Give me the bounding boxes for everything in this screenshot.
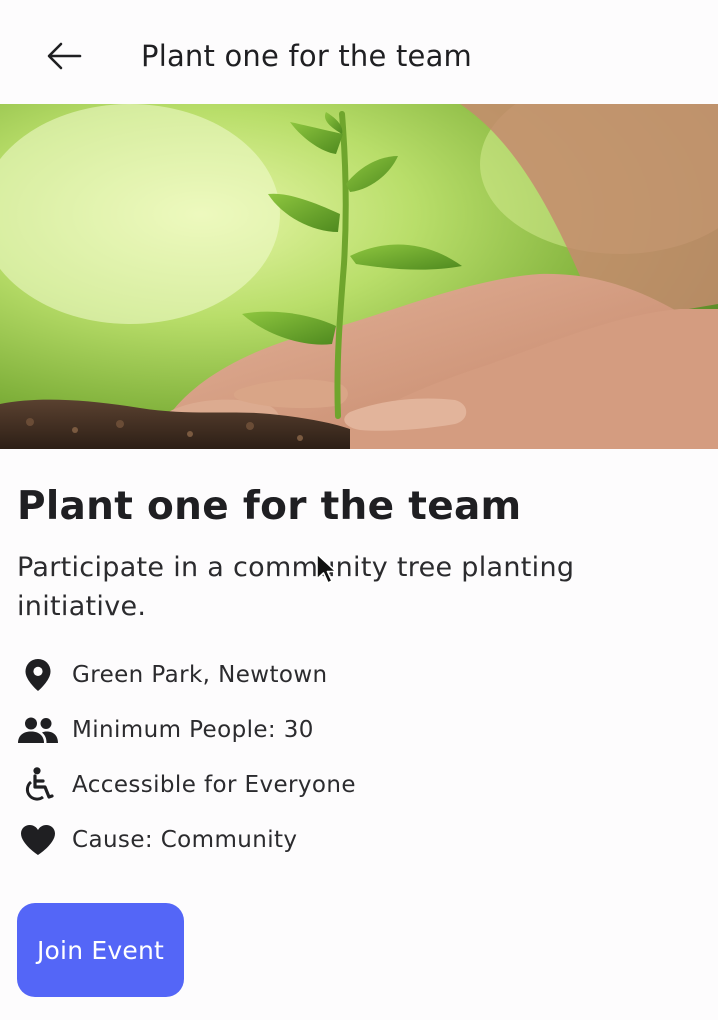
accessible-icon — [17, 764, 59, 806]
accessibility-row: Accessible for Everyone — [17, 765, 356, 805]
people-icon — [17, 709, 59, 751]
event-hero-image — [0, 104, 718, 449]
minimum-people-row: Minimum People: 30 — [17, 710, 314, 750]
location-text: Green Park, Newtown — [72, 662, 328, 688]
arrow-left-icon — [47, 42, 82, 70]
app-bar: Plant one for the team — [0, 0, 718, 104]
join-event-button[interactable]: Join Event — [17, 903, 184, 997]
mouse-cursor-icon — [316, 553, 337, 584]
back-button[interactable] — [30, 28, 98, 84]
cause-row: Cause: Community — [17, 820, 297, 860]
accessibility-text: Accessible for Everyone — [72, 772, 356, 798]
location-pin-icon — [17, 654, 59, 696]
page-title: Plant one for the team — [141, 39, 473, 73]
cause-text: Cause: Community — [72, 827, 298, 853]
event-title: Plant one for the team — [17, 484, 522, 529]
heart-icon — [17, 819, 59, 861]
location-row: Green Park, Newtown — [17, 655, 328, 695]
seedling-illustration — [0, 104, 718, 449]
minimum-people-text: Minimum People: 30 — [72, 717, 314, 743]
